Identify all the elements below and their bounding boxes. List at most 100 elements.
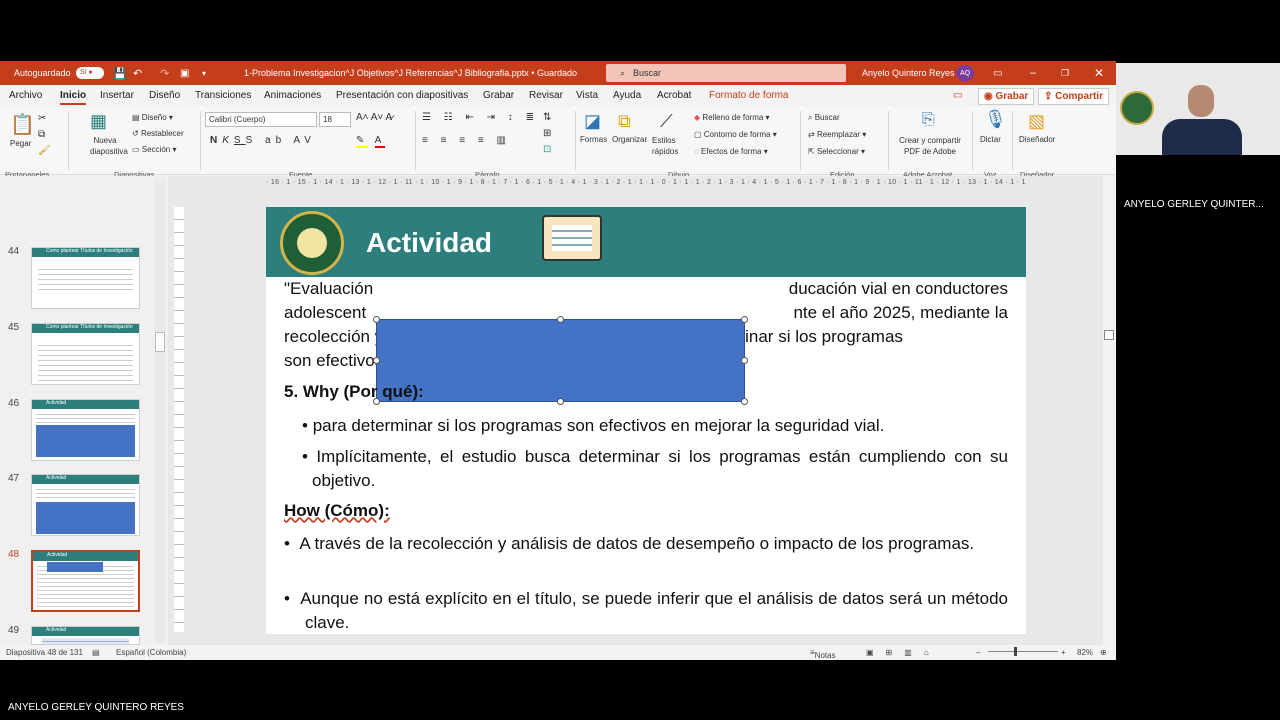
tab-acrobat[interactable]: Acrobat xyxy=(657,90,691,101)
tab-insertar[interactable]: Insertar xyxy=(100,90,134,101)
save-icon[interactable]: 💾 xyxy=(113,61,127,85)
replace-button[interactable]: ⇄ Reemplazar ▾ xyxy=(808,130,866,139)
reset-button[interactable]: ↺ Restablecer xyxy=(132,129,184,138)
highlight-color-icons[interactable]: ✎ A xyxy=(356,135,386,148)
shapes-icon[interactable]: ◪ xyxy=(584,111,601,132)
slide-thumbnail[interactable]: Como plantear Títulos de Investigación xyxy=(31,323,140,385)
slide-thumbnail[interactable]: Actividad xyxy=(31,626,140,645)
user-name[interactable]: Anyelo Quintero Reyes xyxy=(862,61,955,85)
slide-thumbnail-selected[interactable]: Actividad xyxy=(31,550,140,612)
tab-presentacion[interactable]: Presentación con diapositivas xyxy=(336,90,468,101)
tab-diseno[interactable]: Diseño xyxy=(149,90,180,101)
shape-fill-button[interactable]: ◆ Relleno de forma ▾ xyxy=(694,113,770,122)
zoom-slider[interactable] xyxy=(988,651,1058,652)
resize-handle[interactable] xyxy=(557,398,564,405)
font-format-icons[interactable]: NKSS ab AV xyxy=(210,135,316,146)
customize-icon[interactable]: ▾ xyxy=(202,61,206,85)
slide-canvas[interactable]: Actividad "Evaluación ducación vial en co… xyxy=(266,207,1026,634)
tab-animaciones[interactable]: Animaciones xyxy=(264,90,321,101)
tab-inicio[interactable]: Inicio xyxy=(60,90,87,105)
arrange-icon[interactable]: ⧉ xyxy=(618,111,631,132)
record-button[interactable]: ◉ Grabar xyxy=(978,88,1035,105)
redo-icon[interactable]: ↷ xyxy=(160,61,169,85)
quick-styles-icon[interactable]: ⟋ xyxy=(660,111,673,132)
editor-scrollbar[interactable] xyxy=(1103,176,1116,645)
how-heading[interactable]: How (Cómo): xyxy=(284,501,390,521)
resize-handle[interactable] xyxy=(741,316,748,323)
tab-archivo[interactable]: Archivo xyxy=(9,90,42,101)
resize-handle[interactable] xyxy=(373,357,380,364)
share-button[interactable]: ⇪ Compartir xyxy=(1038,88,1109,105)
notes-button[interactable]: ≡ Notas xyxy=(810,648,836,660)
resize-handle[interactable] xyxy=(741,357,748,364)
view-buttons[interactable]: ▣⊞▥⌂ xyxy=(866,648,941,657)
file-name[interactable]: 1-Problema Investigacion^J Objetivos^J R… xyxy=(244,61,577,85)
cut-icon[interactable]: ✂ xyxy=(38,113,46,124)
font-family-select[interactable]: Calibri (Cuerpo) xyxy=(205,112,317,127)
slide-thumbnail[interactable]: Actividad xyxy=(31,399,140,461)
layout-button[interactable]: ▤ Diseño ▾ xyxy=(132,113,173,122)
resize-handle[interactable] xyxy=(557,316,564,323)
tab-grabar[interactable]: Grabar xyxy=(483,90,514,101)
resize-handle[interactable] xyxy=(373,316,380,323)
undo-icon[interactable]: ↶ xyxy=(133,61,142,85)
paste-label[interactable]: Pegar xyxy=(10,139,31,148)
avatar[interactable]: AQ xyxy=(956,65,974,81)
new-slide-icon[interactable]: ▦ xyxy=(90,111,107,132)
tab-formato-forma[interactable]: Formato de forma xyxy=(709,90,788,101)
fit-slide-icon[interactable]: ⊕ xyxy=(1100,648,1107,657)
minimize-icon[interactable]: – xyxy=(1030,61,1036,85)
slide-title[interactable]: Actividad xyxy=(366,227,492,259)
find-button[interactable]: ⌕ Buscar xyxy=(808,113,840,123)
adobe-pdf-icon[interactable]: ⎘ xyxy=(922,111,935,129)
shapes-label[interactable]: Formas xyxy=(580,135,607,144)
format-painter-icon[interactable]: 🖌 xyxy=(38,145,51,156)
section-button[interactable]: ▭ Sección ▾ xyxy=(132,145,177,154)
quick-styles-label[interactable]: Estilos rápidos xyxy=(652,135,690,157)
font-size-select[interactable]: 18 xyxy=(319,112,351,127)
text-direction-icon[interactable]: ⇅ xyxy=(543,112,551,123)
accessibility-icon[interactable]: ▤ xyxy=(92,648,100,657)
selected-blue-rectangle[interactable] xyxy=(373,316,748,405)
arrange-label[interactable]: Organizar xyxy=(612,135,647,144)
tab-vista[interactable]: Vista xyxy=(576,90,598,101)
create-pdf-label[interactable]: Crear y compartir PDF de Adobe xyxy=(893,135,967,157)
search-box[interactable]: ⌕ Buscar xyxy=(606,64,846,82)
slide-thumbnail[interactable]: Como plantear Títulos de Investigación xyxy=(31,247,140,309)
bullet-1[interactable]: • para determinar si los programas son e… xyxy=(302,414,1008,438)
designer-label[interactable]: Diseñador xyxy=(1019,135,1055,144)
select-button[interactable]: ⇱ Seleccionar ▾ xyxy=(808,147,865,156)
tab-revisar[interactable]: Revisar xyxy=(529,90,563,101)
align-text-icon[interactable]: ⊞ xyxy=(543,128,551,139)
shape-effects-button[interactable]: ◌ Efectos de forma ▾ xyxy=(694,147,768,156)
list-icons[interactable]: ☰ ☷ ⇤ ⇥ ↕ ≣ xyxy=(422,112,539,123)
tab-transiciones[interactable]: Transiciones xyxy=(195,90,251,101)
language-status[interactable]: Español (Colombia) xyxy=(116,648,186,657)
slide-thumbnail[interactable]: Actividad xyxy=(31,474,140,536)
align-icons[interactable]: ≡ ≡ ≡ ≡ ▥ xyxy=(422,135,511,146)
new-slide-label[interactable]: Nueva diapositiva xyxy=(90,135,128,157)
paste-icon[interactable]: 📋 xyxy=(10,112,35,137)
bullet-4[interactable]: • Aunque no está explícito en el título,… xyxy=(284,587,1008,634)
close-icon[interactable]: ✕ xyxy=(1094,61,1104,85)
smartart-icon[interactable]: ⊡ xyxy=(543,144,551,155)
why-heading[interactable]: 5. Why (Por qué): xyxy=(284,382,424,402)
designer-icon[interactable]: ▧ xyxy=(1028,111,1045,132)
grow-font-icon[interactable]: A˄ A˅ A̷ xyxy=(356,112,392,123)
bullet-2[interactable]: • Implícitamente, el estudio busca deter… xyxy=(302,445,1008,493)
tab-ayuda[interactable]: Ayuda xyxy=(613,90,641,101)
resize-handle[interactable] xyxy=(741,398,748,405)
comments-icon[interactable]: ▭ xyxy=(953,90,962,101)
copy-icon[interactable]: ⧉ xyxy=(38,129,45,140)
present-icon[interactable]: ▣ xyxy=(180,61,189,85)
zoom-out-icon[interactable]: – xyxy=(976,648,980,657)
microphone-icon[interactable]: 🎙 xyxy=(984,109,1007,130)
restore-icon[interactable]: ❐ xyxy=(1061,61,1069,85)
dictate-label[interactable]: Dictar xyxy=(980,135,1001,144)
shape-outline-button[interactable]: ▢ Contorno de forma ▾ xyxy=(694,130,777,139)
zoom-level[interactable]: 82% xyxy=(1077,648,1093,657)
autosave-toggle[interactable]: Sí ● xyxy=(76,61,104,85)
thumbnails-scrollbar[interactable] xyxy=(155,178,165,643)
zoom-in-icon[interactable]: + xyxy=(1061,648,1066,657)
ribbon-display-icon[interactable]: ▭ xyxy=(993,61,1002,85)
